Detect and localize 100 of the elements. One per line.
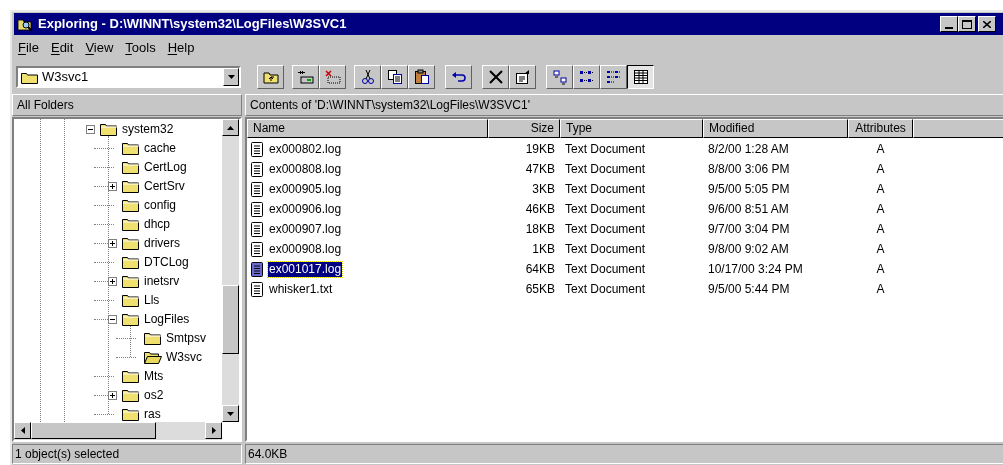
folder-icon [21,70,38,84]
scroll-left-button[interactable] [14,422,31,439]
folder-item[interactable]: dhcp [143,216,172,232]
table-cell-text: 9/7/00 3:04 PM [708,221,790,238]
file-name[interactable]: ex000908.log [268,241,343,257]
horizontal-scrollbar[interactable] [14,422,222,440]
folder-item[interactable]: inetsrv [143,273,181,289]
table-cell-text: 9/6/00 8:51 AM [708,201,789,218]
drive-x-button[interactable] [319,65,346,89]
file-name[interactable]: ex001017.log [268,261,343,277]
table-cell-text: Text Document [565,221,646,238]
scroll-thumb[interactable] [31,422,156,439]
menu-item[interactable]: Help [167,38,195,58]
plus-icon [110,393,115,398]
file-name[interactable]: ex000906.log [268,201,343,217]
text-file-icon [250,200,264,218]
drive-button[interactable] [292,65,319,89]
table-cell-text: Text Document [565,161,646,178]
folder-item[interactable]: config [143,197,178,213]
scroll-down-button[interactable] [222,405,239,422]
folder-item[interactable]: CertSrv [143,178,186,194]
address-combo[interactable]: W3svc1 [16,66,241,88]
table-cell-text: 9/5/00 5:44 PM [708,281,790,298]
folder-item[interactable]: ras [143,406,162,422]
collapse-button[interactable] [86,125,95,134]
table-cell-text: 64KB [525,261,555,278]
minimize-button[interactable] [940,16,958,32]
menu-item[interactable]: View [85,38,114,58]
undo-icon [450,69,467,85]
properties-button[interactable] [509,65,536,89]
menu-item[interactable]: Tools [125,38,156,58]
scroll-thumb[interactable] [222,285,239,354]
table-cell-text: A [876,161,885,178]
delete-button[interactable] [482,65,509,89]
table-cell-text: 9/5/00 5:05 PM [708,181,790,198]
folder-item[interactable]: drivers [143,235,181,251]
collapse-button[interactable] [108,315,117,324]
list-icon [605,69,622,85]
large-icons-icon [551,69,568,85]
dropdown-button[interactable] [223,68,239,86]
table-cell-text: 65KB [525,281,555,298]
table-cell-text: Text Document [565,261,646,278]
left-arrow-icon [20,427,25,434]
drive-icon [297,69,314,85]
table-cell-text: 47KB [525,161,555,178]
text-file-icon [250,240,264,258]
details-button[interactable] [627,65,654,89]
folder-item[interactable]: cache [143,140,178,156]
file-name[interactable]: whisker1.txt [268,281,334,297]
menu-item[interactable]: Edit [50,38,74,58]
scissors-button[interactable] [354,65,381,89]
folder-item[interactable]: os2 [143,387,165,403]
table-cell-text: A [876,181,885,198]
file-name[interactable]: ex000808.log [268,161,343,177]
vertical-scrollbar[interactable] [222,119,239,422]
table-cell-text: A [876,221,885,238]
folder-item[interactable]: DTCLog [143,254,190,270]
close-button[interactable] [978,16,996,32]
column-header[interactable]: Name [247,119,488,138]
expand-button[interactable] [108,239,117,248]
column-header[interactable]: Type [560,119,703,138]
clipboard-icon [413,69,430,85]
up-folder-button[interactable] [257,65,284,89]
window-title: Exploring - D:\WINNT\system32\LogFiles\W3SVC1 [38,15,347,34]
scroll-up-button[interactable] [222,119,239,136]
undo-button[interactable] [445,65,472,89]
folder-item[interactable]: Mts [143,368,165,384]
properties-icon [514,69,531,85]
scissors-icon [359,69,376,85]
copy-button[interactable] [381,65,408,89]
details-icon [632,69,649,85]
column-header[interactable]: Attributes [848,119,913,138]
column-header[interactable]: Modified [703,119,848,138]
folder-item[interactable]: CertLog [143,159,188,175]
folder-item[interactable]: Lls [143,292,161,308]
down-arrow-icon [227,411,234,416]
column-header[interactable]: Size [488,119,560,138]
expand-button[interactable] [108,277,117,286]
caret-icon [227,75,235,79]
folder-item[interactable]: W3svc [165,349,203,365]
table-cell-text: 1KB [532,241,555,258]
clipboard-button[interactable] [408,65,435,89]
folder-item[interactable]: LogFiles [143,311,191,327]
expand-button[interactable] [108,391,117,400]
file-name[interactable]: ex000802.log [268,141,343,157]
maximize-icon [962,19,972,29]
drive-x-icon [324,69,341,85]
table-cell-text: 46KB [525,201,555,218]
table-cell-text: A [876,201,885,218]
maximize-button[interactable] [958,16,976,32]
list-button[interactable] [600,65,627,89]
folder-item[interactable]: Smtpsv [165,330,207,346]
file-name[interactable]: ex000905.log [268,181,343,197]
scroll-right-button[interactable] [205,422,222,439]
folder-item[interactable]: system32 [121,121,175,137]
table-cell-text: 8/2/00 1:28 AM [708,141,789,158]
menu-item[interactable]: File [18,38,39,58]
file-name[interactable]: ex000907.log [268,221,343,237]
table-cell-text: Text Document [565,141,646,158]
expand-button[interactable] [108,182,117,191]
